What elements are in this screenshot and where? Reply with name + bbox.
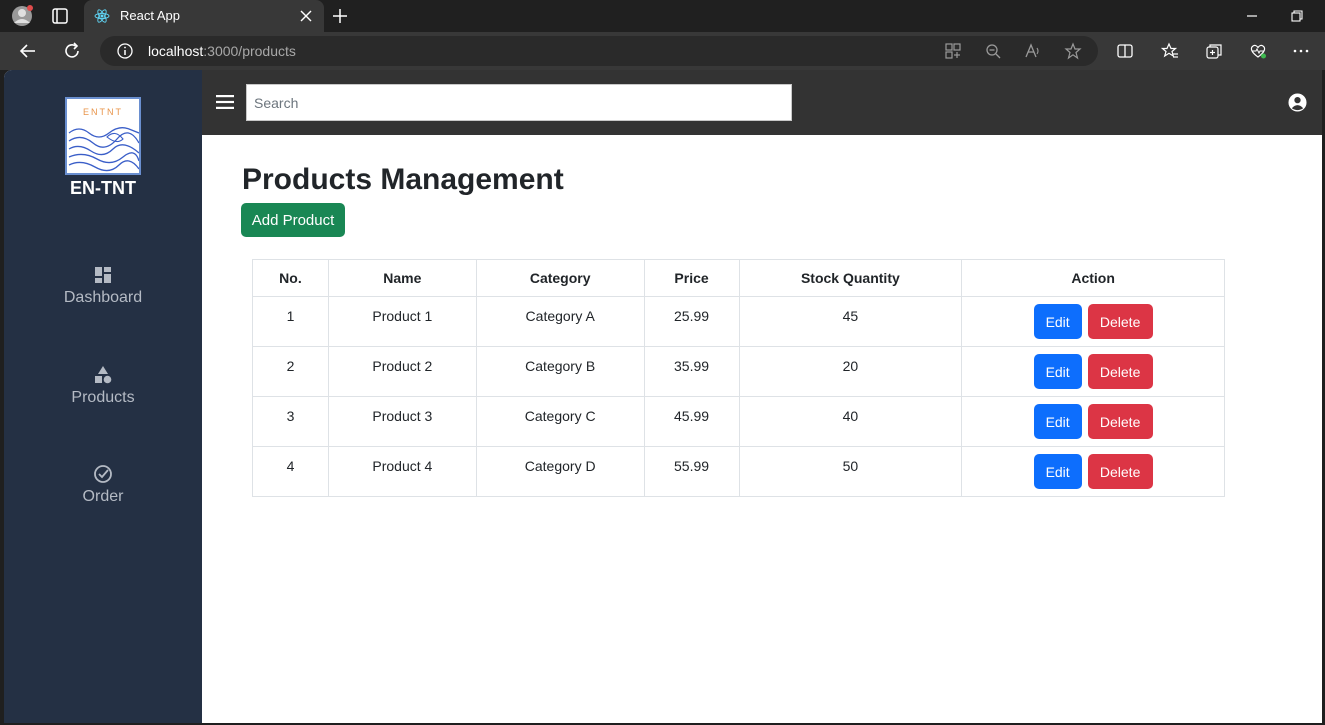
app-viewport: ENTNT EN-TNT Dashboard Products Order Se…: [4, 70, 1322, 723]
tab-actions-icon[interactable]: [50, 6, 70, 26]
cell-no: 1: [252, 296, 329, 347]
url-text: localhost:3000/products: [148, 43, 296, 59]
cell-no: 4: [252, 446, 329, 497]
restore-icon[interactable]: [1289, 8, 1305, 24]
cell-name: Product 4: [327, 446, 477, 497]
back-icon[interactable]: [18, 41, 38, 61]
cell-name: Product 3: [327, 396, 477, 447]
edit-button[interactable]: Edit: [1033, 304, 1082, 339]
sidebar-item-label: Products: [71, 389, 135, 406]
refresh-icon[interactable]: [62, 41, 82, 61]
table-row: 3 Product 3 Category C 45.99 40 Edit Dele…: [252, 396, 1225, 447]
cell-category: Category C: [475, 396, 645, 447]
new-tab-icon[interactable]: [330, 6, 350, 26]
cell-stock: 20: [738, 346, 963, 397]
cell-actions: Edit Delete: [961, 346, 1225, 397]
edit-button[interactable]: Edit: [1033, 354, 1082, 389]
cell-actions: Edit Delete: [961, 296, 1225, 347]
table-row: 4 Product 4 Category D 55.99 50 Edit Dele…: [252, 446, 1225, 497]
svg-text:ENTNT: ENTNT: [83, 107, 123, 117]
cell-actions: Edit Delete: [961, 446, 1225, 497]
column-header: Action: [961, 259, 1225, 297]
column-header: No.: [252, 259, 329, 297]
cell-actions: Edit Delete: [961, 396, 1225, 447]
browser-tab-bar: React App: [0, 0, 1325, 32]
split-screen-icon[interactable]: [1116, 42, 1134, 60]
sidebar-item-products[interactable]: Products: [4, 365, 202, 425]
cell-stock: 45: [738, 296, 963, 347]
cell-price: 25.99: [643, 296, 740, 347]
close-tab-icon[interactable]: [298, 8, 314, 24]
brand-name: EN-TNT: [70, 178, 136, 198]
delete-button[interactable]: Delete: [1087, 354, 1153, 389]
search-input[interactable]: [246, 84, 792, 121]
url-path: :3000/products: [203, 43, 296, 59]
react-favicon-icon: [94, 9, 110, 23]
sidebar: ENTNT EN-TNT Dashboard Products Order: [4, 70, 202, 723]
cell-category: Category D: [475, 446, 645, 497]
browser-essentials-icon[interactable]: [1249, 42, 1267, 60]
sidebar-item-order[interactable]: Order: [4, 464, 202, 524]
products-table: No. Name Category Price Stock Quantity A…: [252, 259, 1225, 497]
cell-price: 55.99: [643, 446, 740, 497]
add-product-button[interactable]: Add Product: [241, 203, 345, 237]
sidebar-item-dashboard[interactable]: Dashboard: [4, 265, 202, 325]
app-available-icon[interactable]: [944, 42, 962, 60]
delete-button[interactable]: Delete: [1087, 454, 1153, 489]
sidebar-item-label: Dashboard: [63, 289, 143, 306]
cell-category: Category A: [475, 296, 645, 347]
cell-name: Product 1: [327, 296, 477, 347]
dashboard-grid-icon: [95, 267, 111, 283]
favorite-star-icon[interactable]: [1064, 42, 1082, 60]
cell-no: 2: [252, 346, 329, 397]
cell-no: 3: [252, 396, 329, 447]
table-row: 1 Product 1 Category A 25.99 45 Edit Dele…: [252, 296, 1225, 347]
user-account-icon[interactable]: [1288, 93, 1307, 112]
url-host: localhost: [148, 43, 204, 59]
minimize-icon[interactable]: [1244, 8, 1260, 24]
column-header: Category: [475, 259, 645, 297]
tab-title: React App: [120, 8, 180, 23]
page-title: Products Management: [242, 163, 564, 196]
cell-name: Product 2: [327, 346, 477, 397]
delete-button[interactable]: Delete: [1087, 304, 1153, 339]
cell-stock: 40: [738, 396, 963, 447]
edit-button[interactable]: Edit: [1033, 454, 1082, 489]
entnt-logo: ENTNT: [65, 97, 141, 175]
cell-category: Category B: [475, 346, 645, 397]
favorites-icon[interactable]: [1161, 42, 1179, 60]
shapes-icon: [95, 366, 112, 384]
url-bar[interactable]: localhost:3000/products: [100, 36, 1098, 66]
more-menu-icon[interactable]: [1292, 42, 1310, 60]
sidebar-item-label: Order: [82, 488, 124, 505]
site-info-icon[interactable]: [116, 42, 134, 60]
table-header-row: No. Name Category Price Stock Quantity A…: [252, 259, 1225, 297]
cell-price: 45.99: [643, 396, 740, 447]
cell-price: 35.99: [643, 346, 740, 397]
table-row: 2 Product 2 Category B 35.99 20 Edit Dele…: [252, 346, 1225, 397]
cell-stock: 50: [738, 446, 963, 497]
browser-address-bar: localhost:3000/products: [0, 32, 1325, 70]
main-content: Products Management Add Product No. Name…: [202, 135, 1322, 723]
top-navbar: [202, 70, 1322, 135]
collections-icon[interactable]: [1205, 42, 1223, 60]
zoom-out-icon[interactable]: [984, 42, 1002, 60]
edit-button[interactable]: Edit: [1033, 404, 1082, 439]
delete-button[interactable]: Delete: [1087, 404, 1153, 439]
hamburger-menu-icon[interactable]: [216, 94, 234, 110]
column-header: Stock Quantity: [738, 259, 963, 297]
column-header: Name: [327, 259, 477, 297]
check-circle-icon: [94, 465, 112, 483]
read-aloud-icon[interactable]: [1024, 42, 1042, 60]
profile-icon[interactable]: [10, 5, 34, 27]
active-tab[interactable]: React App: [84, 0, 324, 32]
column-header: Price: [643, 259, 740, 297]
